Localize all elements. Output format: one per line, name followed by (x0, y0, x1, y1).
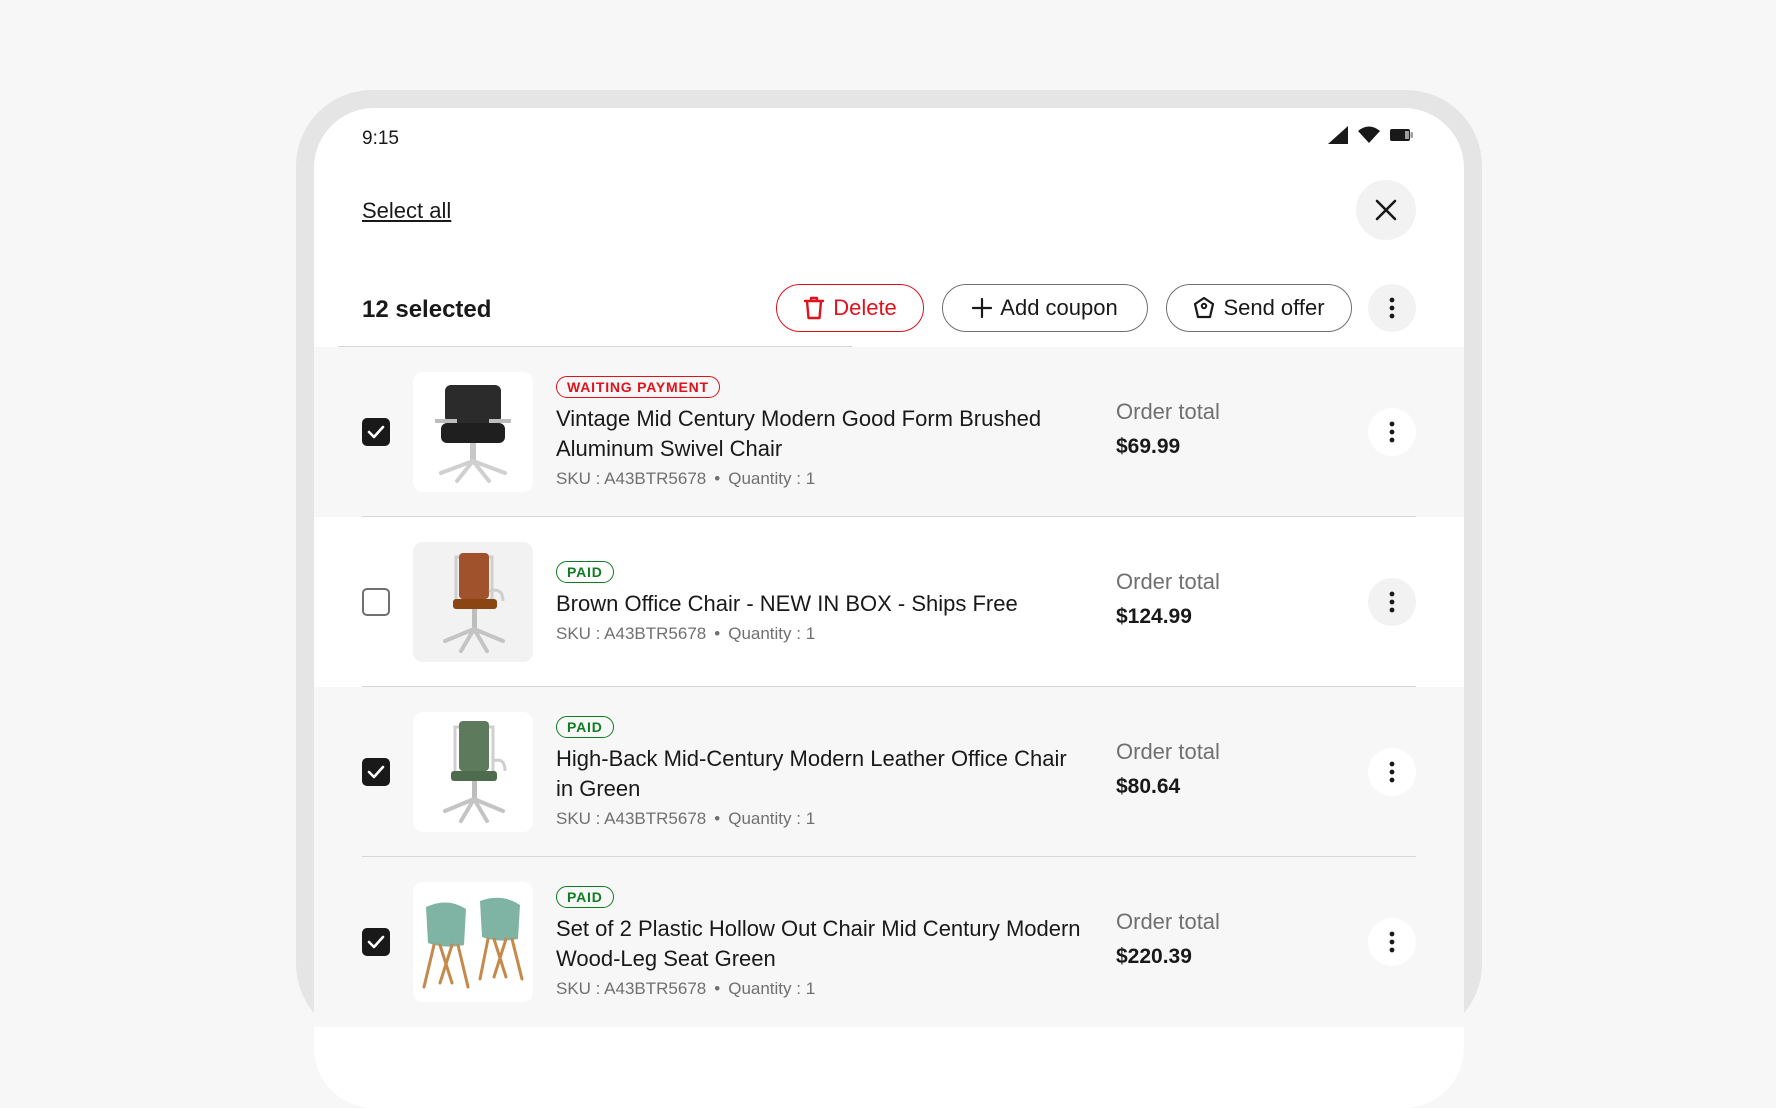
order-total-label: Order total (1116, 399, 1220, 424)
more-actions-button[interactable] (1368, 284, 1416, 332)
status-bar: 9:15 (314, 108, 1464, 168)
order-quantity: Quantity : 1 (728, 808, 816, 828)
product-image[interactable] (413, 542, 533, 662)
order-info: PAID High-Back Mid-Century Modern Leathe… (556, 687, 1086, 857)
order-total-value: $220.39 (1116, 945, 1192, 968)
product-image[interactable] (413, 712, 533, 832)
checkmark-icon (367, 765, 385, 779)
order-info: PAID Brown Office Chair - NEW IN BOX - S… (556, 517, 1086, 687)
status-time: 9:15 (362, 128, 399, 149)
order-more-button[interactable] (1368, 578, 1416, 626)
battery-icon (1390, 129, 1413, 141)
meta-separator: • (714, 468, 721, 488)
close-button[interactable] (1356, 180, 1416, 240)
order-more-button[interactable] (1368, 748, 1416, 796)
order-checkbox[interactable] (362, 928, 390, 956)
order-quantity: Quantity : 1 (728, 468, 816, 488)
status-badge: PAID (556, 885, 614, 908)
order-total: Order total $69.99 (1116, 399, 1220, 459)
order-sku: SKU : A43BTR5678 (556, 623, 707, 643)
order-row: PAID Brown Office Chair - NEW IN BOX - S… (314, 517, 1464, 687)
status-badge: PAID (556, 715, 614, 738)
order-total-label: Order total (1116, 909, 1220, 934)
order-total: Order total $220.39 (1116, 909, 1220, 969)
select-all-link[interactable]: Select all (362, 198, 451, 224)
tag-icon (1194, 296, 1215, 319)
add-coupon-button[interactable]: Add coupon (942, 284, 1148, 332)
product-image[interactable] (413, 372, 533, 492)
order-title[interactable]: Brown Office Chair - NEW IN BOX - Ships … (556, 589, 1086, 619)
delete-label: Delete (833, 295, 897, 320)
order-meta: SKU : A43BTR5678 • Quantity : 1 (556, 469, 1086, 489)
meta-separator: • (714, 978, 721, 998)
order-total: Order total $124.99 (1116, 569, 1220, 629)
order-total-value: $69.99 (1116, 435, 1181, 458)
order-meta: SKU : A43BTR5678 • Quantity : 1 (556, 979, 1086, 999)
status-badge: PAID (556, 560, 614, 583)
order-total-value: $124.99 (1116, 605, 1192, 628)
add-coupon-label: Add coupon (1000, 295, 1118, 320)
green-plastic-chairs-icon (422, 897, 524, 989)
order-sku: SKU : A43BTR5678 (556, 808, 707, 828)
brown-office-chair-icon (443, 553, 505, 653)
order-total: Order total $80.64 (1116, 739, 1220, 799)
close-icon (1375, 199, 1397, 221)
more-vertical-icon (1389, 297, 1395, 319)
order-list: WAITING PAYMENT Vintage Mid Century Mode… (314, 347, 1464, 1027)
order-row: PAID Set of 2 Plastic Hollow Out Chair M… (314, 857, 1464, 1027)
order-total-label: Order total (1116, 739, 1220, 764)
order-total-value: $80.64 (1116, 775, 1181, 798)
order-title[interactable]: Vintage Mid Century Modern Good Form Bru… (556, 404, 1086, 464)
order-info: WAITING PAYMENT Vintage Mid Century Mode… (556, 347, 1086, 517)
order-title[interactable]: Set of 2 Plastic Hollow Out Chair Mid Ce… (556, 914, 1086, 974)
checkmark-icon (367, 425, 385, 439)
order-quantity: Quantity : 1 (728, 978, 816, 998)
green-office-chair-icon (443, 721, 507, 823)
order-more-button[interactable] (1368, 918, 1416, 966)
order-row: PAID High-Back Mid-Century Modern Leathe… (314, 687, 1464, 857)
order-checkbox[interactable] (362, 588, 390, 616)
order-sku: SKU : A43BTR5678 (556, 978, 707, 998)
black-office-chair-icon (435, 385, 511, 483)
more-vertical-icon (1389, 591, 1395, 613)
delete-button[interactable]: Delete (776, 284, 924, 332)
trash-icon (804, 296, 825, 320)
order-meta: SKU : A43BTR5678 • Quantity : 1 (556, 809, 1086, 829)
order-more-button[interactable] (1368, 408, 1416, 456)
more-vertical-icon (1389, 421, 1395, 443)
device-frame: 9:15 Select all 12 selected Delete Add c… (296, 90, 1482, 1108)
plus-icon (972, 298, 993, 318)
order-title[interactable]: High-Back Mid-Century Modern Leather Off… (556, 744, 1086, 804)
order-sku: SKU : A43BTR5678 (556, 468, 707, 488)
bulk-action-toolbar: 12 selected Delete Add coupon Send offer (314, 276, 1464, 354)
meta-separator: • (714, 623, 721, 643)
meta-separator: • (714, 808, 721, 828)
status-icons (1328, 126, 1414, 144)
order-info: PAID Set of 2 Plastic Hollow Out Chair M… (556, 857, 1086, 1027)
checkmark-icon (367, 935, 385, 949)
selected-count: 12 selected (362, 296, 492, 323)
more-vertical-icon (1389, 761, 1395, 783)
order-checkbox[interactable] (362, 418, 390, 446)
send-offer-button[interactable]: Send offer (1166, 284, 1352, 332)
order-row: WAITING PAYMENT Vintage Mid Century Mode… (314, 347, 1464, 517)
device-screen: 9:15 Select all 12 selected Delete Add c… (314, 108, 1464, 1108)
status-badge: WAITING PAYMENT (556, 375, 720, 398)
signal-icon (1328, 126, 1348, 144)
order-quantity: Quantity : 1 (728, 623, 816, 643)
send-offer-label: Send offer (1223, 295, 1325, 320)
more-vertical-icon (1389, 931, 1395, 953)
order-total-label: Order total (1116, 569, 1220, 594)
order-meta: SKU : A43BTR5678 • Quantity : 1 (556, 624, 1086, 644)
order-checkbox[interactable] (362, 758, 390, 786)
wifi-icon (1358, 126, 1380, 143)
product-image[interactable] (413, 882, 533, 1002)
